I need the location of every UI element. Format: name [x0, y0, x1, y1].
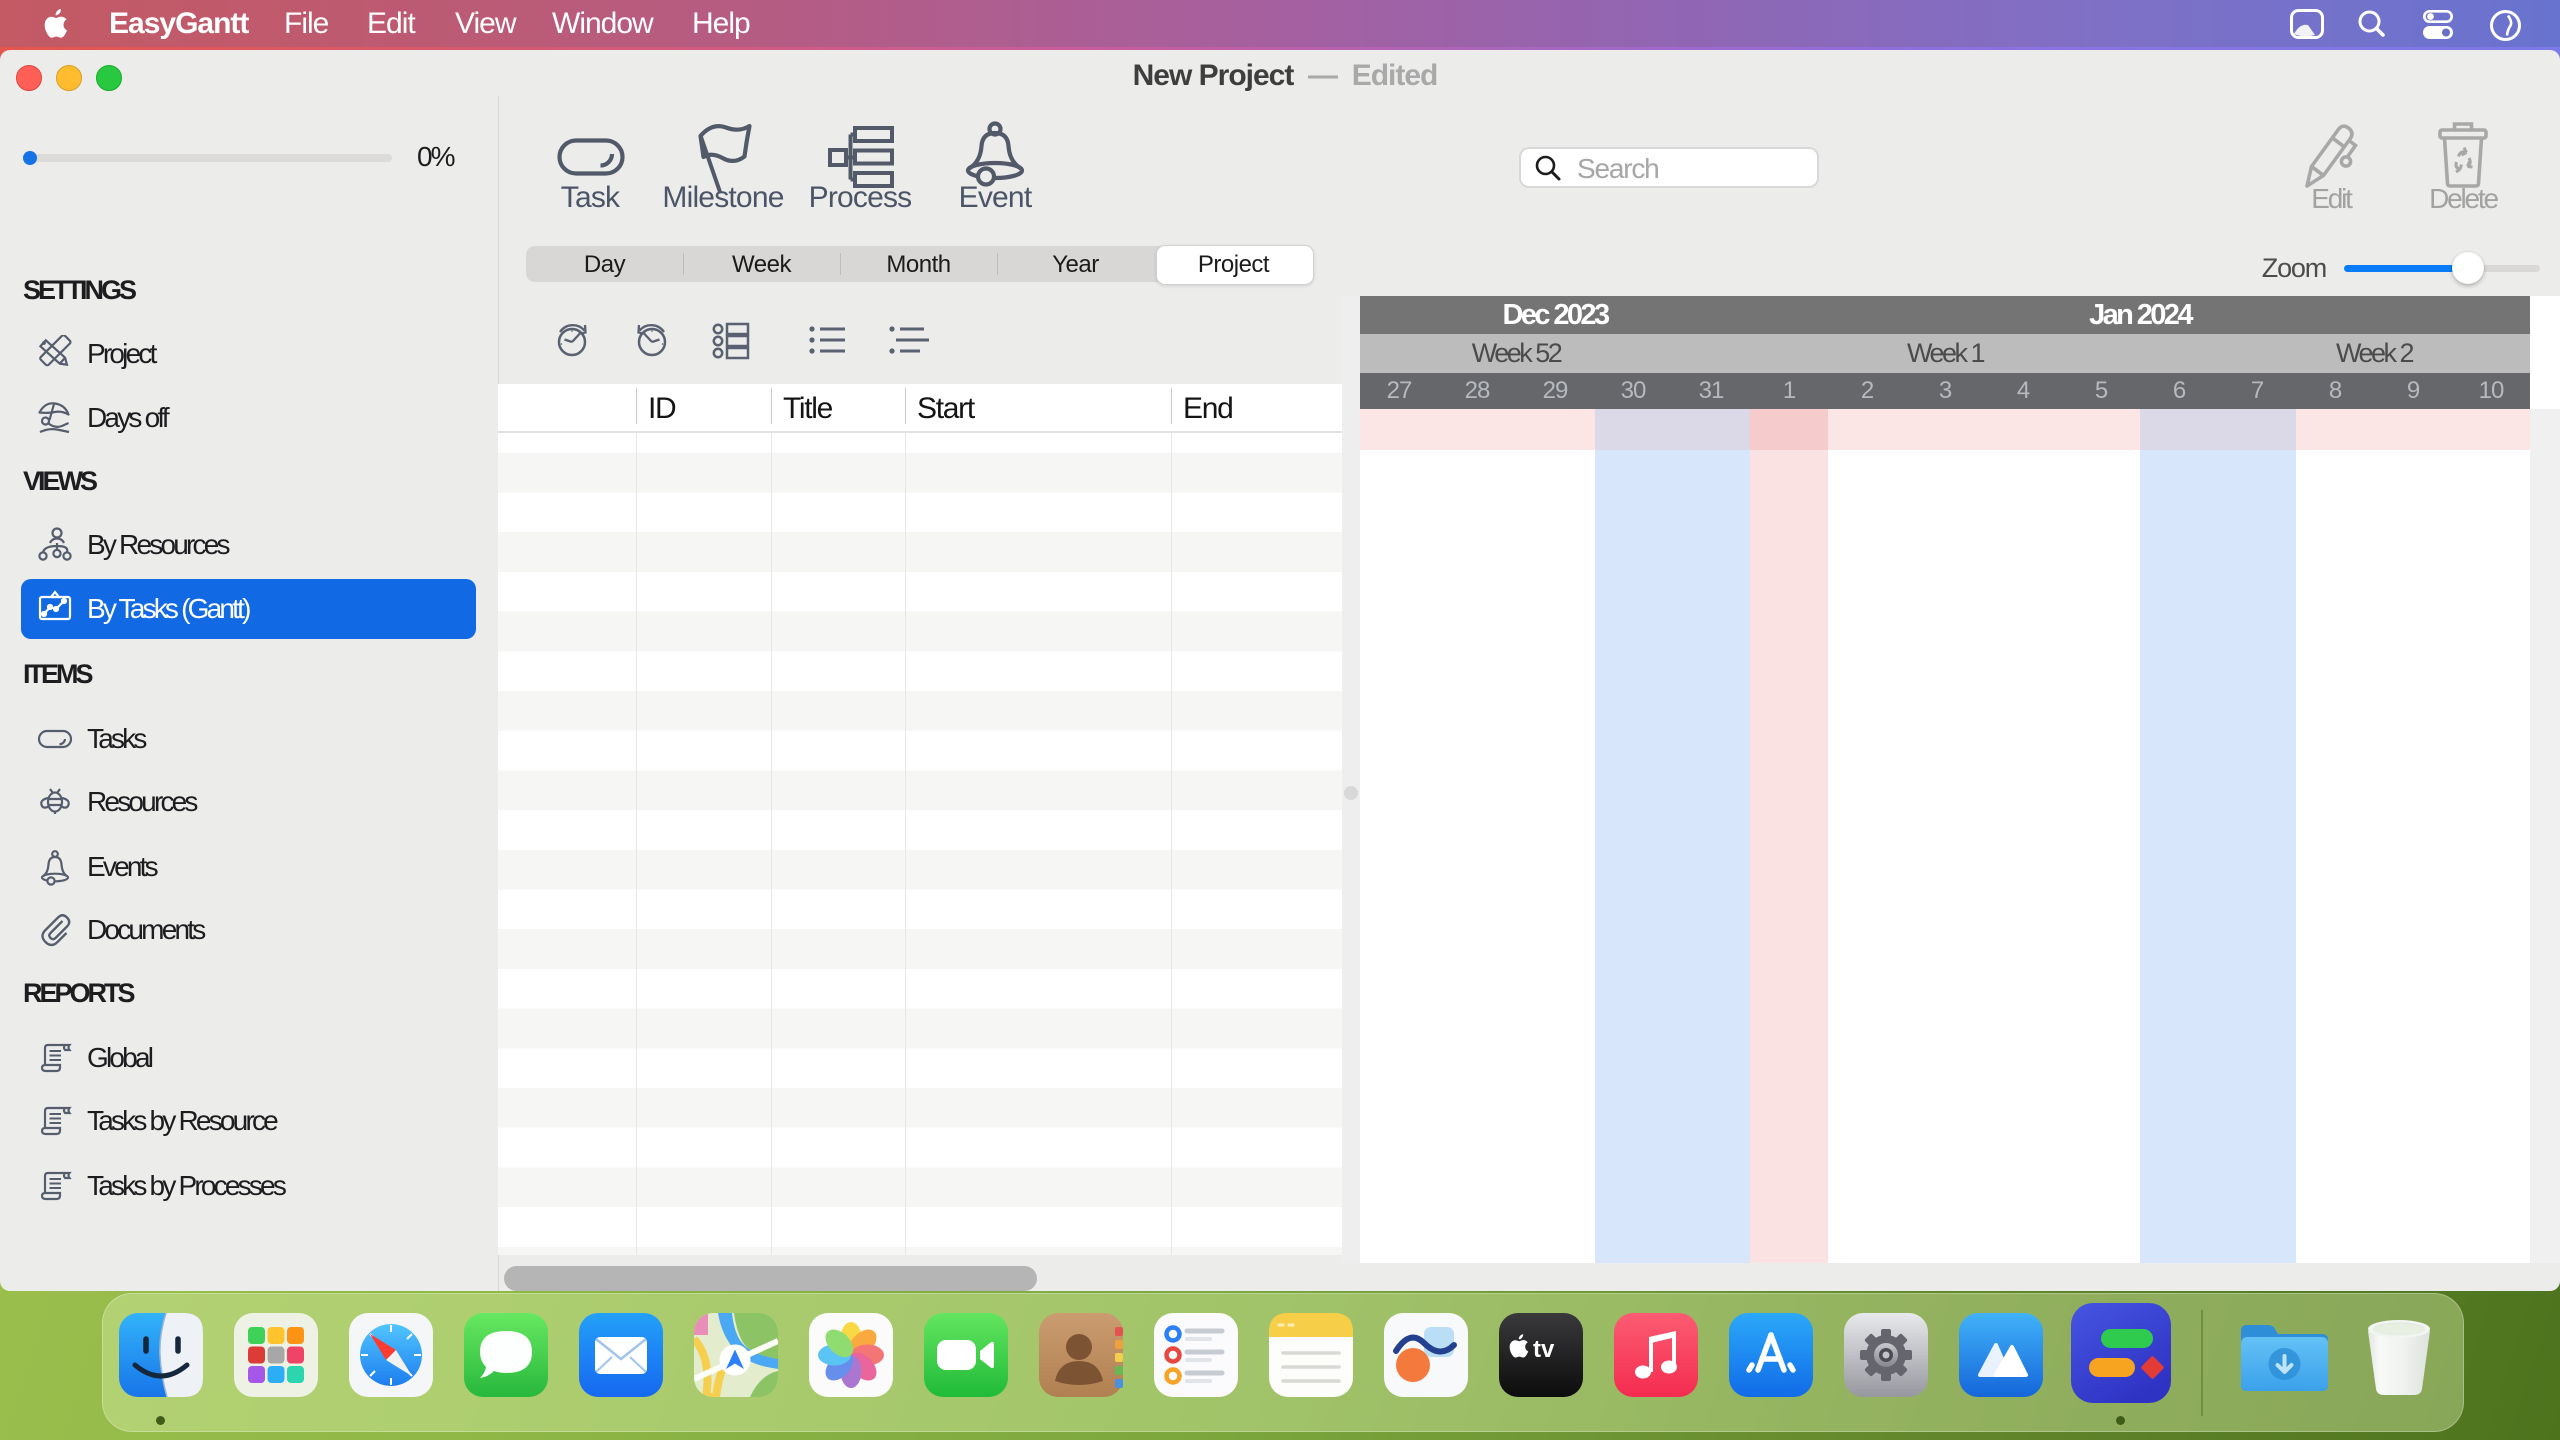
svg-text:tv: tv	[1533, 1336, 1555, 1363]
